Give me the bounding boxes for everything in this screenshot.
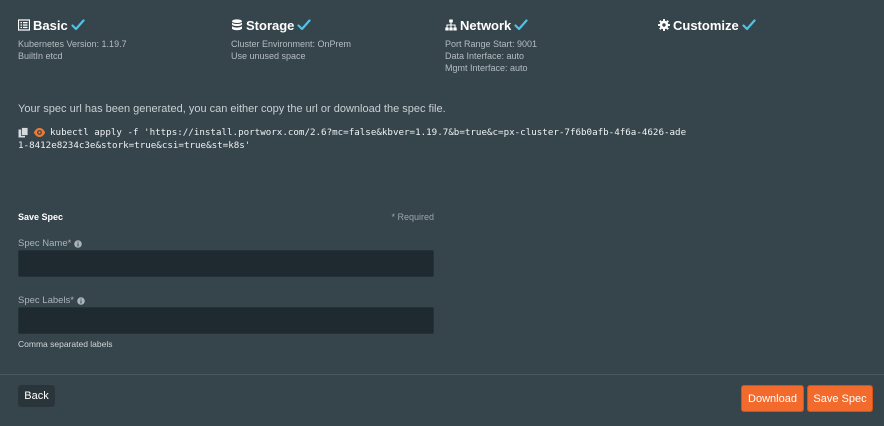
- step-customize: Customize: [658, 17, 858, 33]
- check-icon: [514, 19, 528, 31]
- step-title-storage: Storage: [246, 17, 295, 33]
- info-icon[interactable]: [74, 239, 83, 248]
- gear-icon: [658, 19, 670, 31]
- form-title: Save Spec: [18, 212, 64, 222]
- step-detail: Use unused space: [231, 51, 306, 61]
- step-detail: BuiltIn etcd: [18, 51, 63, 61]
- spec-labels-label: Spec Labels*: [18, 295, 85, 306]
- back-button[interactable]: Back: [18, 385, 55, 407]
- step-storage: Storage Cluster Environment: OnPrem Use …: [231, 17, 431, 62]
- labels-hint: Comma separated labels: [18, 339, 113, 349]
- step-title-customize: Customize: [673, 17, 739, 33]
- info-icon[interactable]: [77, 296, 85, 305]
- kubectl-command-text[interactable]: kubectl apply -f 'https://install.portwo…: [18, 126, 688, 152]
- download-button[interactable]: Download: [741, 385, 804, 412]
- spec-labels-input[interactable]: [18, 307, 434, 334]
- check-icon: [71, 19, 85, 31]
- step-detail: Kubernetes Version: 1.19.7: [18, 39, 127, 49]
- steps-summary: Basic Kubernetes Version: 1.19.7 BuiltIn…: [18, 17, 868, 77]
- save-spec-form: Save Spec * Required Spec Name* Spec Lab…: [18, 210, 434, 349]
- step-title-basic: Basic: [33, 17, 68, 33]
- required-note: * Required: [391, 212, 434, 222]
- eye-icon[interactable]: [33, 127, 46, 138]
- step-detail: Mgmt Interface: auto: [445, 63, 528, 73]
- check-icon: [742, 19, 756, 31]
- step-basic: Basic Kubernetes Version: 1.19.7 BuiltIn…: [18, 17, 218, 62]
- step-title-network: Network: [460, 17, 512, 33]
- list-icon: [18, 19, 30, 31]
- step-detail: Cluster Environment: OnPrem: [231, 39, 352, 49]
- footer-divider: [0, 374, 884, 375]
- network-icon: [445, 19, 457, 31]
- step-detail: Data Interface: auto: [445, 51, 525, 61]
- spec-command: kubectl apply -f 'https://install.portwo…: [18, 126, 698, 152]
- spec-generated-message: Your spec url has been generated, you ca…: [18, 103, 446, 115]
- database-icon: [232, 19, 242, 31]
- spec-generator-page: Basic Kubernetes Version: 1.19.7 BuiltIn…: [0, 0, 884, 426]
- spec-labels-label-text: Spec Labels*: [18, 295, 74, 306]
- spec-name-label-text: Spec Name*: [18, 238, 72, 249]
- spec-name-label: Spec Name*: [18, 238, 83, 249]
- copy-icon[interactable]: [18, 127, 29, 138]
- save-spec-button[interactable]: Save Spec: [807, 385, 873, 412]
- step-detail: Port Range Start: 9001: [445, 39, 538, 49]
- check-icon: [297, 19, 312, 31]
- spec-name-input[interactable]: [18, 250, 434, 277]
- step-network: Network Port Range Start: 9001 Data Inte…: [445, 17, 645, 74]
